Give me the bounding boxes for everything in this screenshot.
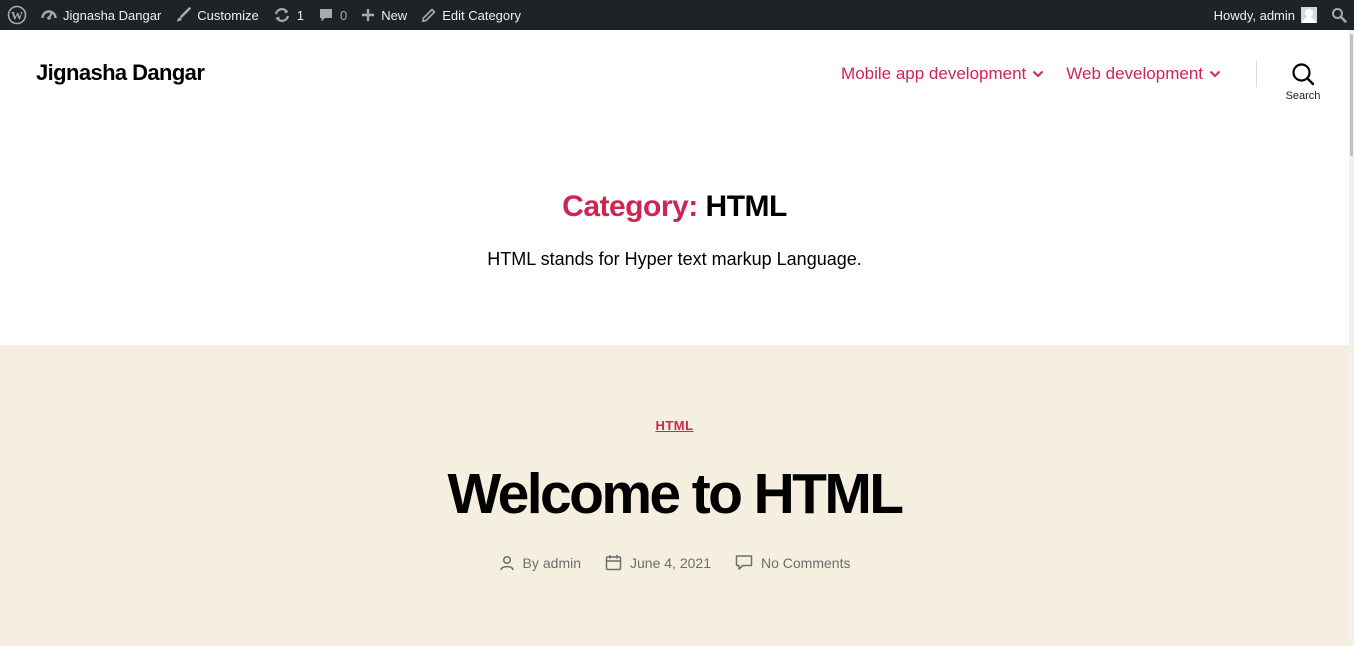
menu-item-mobile-app-development[interactable]: Mobile app development [841, 64, 1044, 84]
post-meta: By admin June 4, 2021 No Comments [0, 554, 1349, 571]
category-link[interactable]: HTML [655, 418, 693, 433]
search-label: Search [1285, 90, 1321, 102]
scrollbar-thumb[interactable] [1350, 34, 1353, 156]
date-link[interactable]: June 4, 2021 [630, 555, 711, 571]
primary-menu: Mobile app development Web development [841, 64, 1221, 84]
page-scrollbar[interactable] [1349, 30, 1354, 646]
dashboard-icon [41, 10, 57, 20]
archive-title-name: HTML [705, 190, 788, 223]
comment-icon [319, 9, 332, 22]
author-prefix: By [522, 554, 539, 571]
comment-icon [735, 555, 753, 570]
comments-link[interactable]: 0 [311, 0, 354, 30]
updates-icon [274, 8, 289, 22]
pencil-icon [422, 8, 436, 22]
archive-title-prefix: Category: [562, 190, 698, 223]
avatar [1301, 7, 1317, 23]
menu-item-label: Web development [1066, 64, 1203, 83]
post-date: June 4, 2021 [605, 554, 711, 571]
brush-icon [176, 7, 192, 22]
calendar-icon [605, 555, 622, 571]
plus-icon [362, 9, 375, 21]
howdy-label: Howdy, admin [1213, 7, 1295, 23]
admin-search-button[interactable] [1324, 0, 1354, 30]
edit-category-label: Edit Category [442, 7, 521, 23]
svg-text:W: W [11, 9, 23, 23]
post-title[interactable]: Welcome to HTML [0, 461, 1349, 527]
archive-title: Category: HTML [0, 190, 1349, 224]
new-label: New [381, 7, 408, 23]
site-header: Jignasha Dangar Mobile app development W… [0, 30, 1349, 120]
archive-description: HTML stands for Hyper text markup Langua… [487, 249, 862, 269]
post-entry: HTML Welcome to HTML By admin June 4, 20… [0, 345, 1349, 646]
site-name-label: Jignasha Dangar [63, 7, 162, 23]
admin-bar: W Jignasha Dangar Customize 1 0 New Edit… [0, 0, 1354, 30]
post-comments: No Comments [735, 554, 850, 571]
search-icon [1292, 63, 1315, 86]
comments-count: 0 [339, 7, 348, 23]
account-menu[interactable]: Howdy, admin [1207, 0, 1324, 30]
header-divider [1256, 61, 1257, 87]
comments-link[interactable]: No Comments [761, 555, 850, 571]
site-title[interactable]: Jignasha Dangar [36, 60, 205, 86]
search-icon [1332, 8, 1347, 23]
chevron-down-icon [1209, 70, 1221, 78]
edit-category-link[interactable]: Edit Category [414, 0, 528, 30]
updates-count: 1 [296, 7, 304, 23]
user-icon [499, 555, 514, 570]
menu-item-label: Mobile app development [841, 64, 1027, 83]
wordpress-menu[interactable]: W [0, 0, 34, 30]
search-toggle-button[interactable]: Search [1280, 62, 1326, 102]
customize-label: Customize [197, 7, 259, 23]
updates-link[interactable]: 1 [266, 0, 311, 30]
new-content-link[interactable]: New [354, 0, 414, 30]
customize-link[interactable]: Customize [168, 0, 265, 30]
menu-item-web-development[interactable]: Web development [1066, 64, 1221, 84]
chevron-down-icon [1033, 70, 1044, 78]
post-author: By admin [499, 554, 581, 571]
post-category: HTML [0, 417, 1349, 435]
author-link[interactable]: admin [543, 555, 581, 571]
wordpress-icon: W [7, 5, 27, 25]
site-name-link[interactable]: Jignasha Dangar [34, 0, 168, 30]
